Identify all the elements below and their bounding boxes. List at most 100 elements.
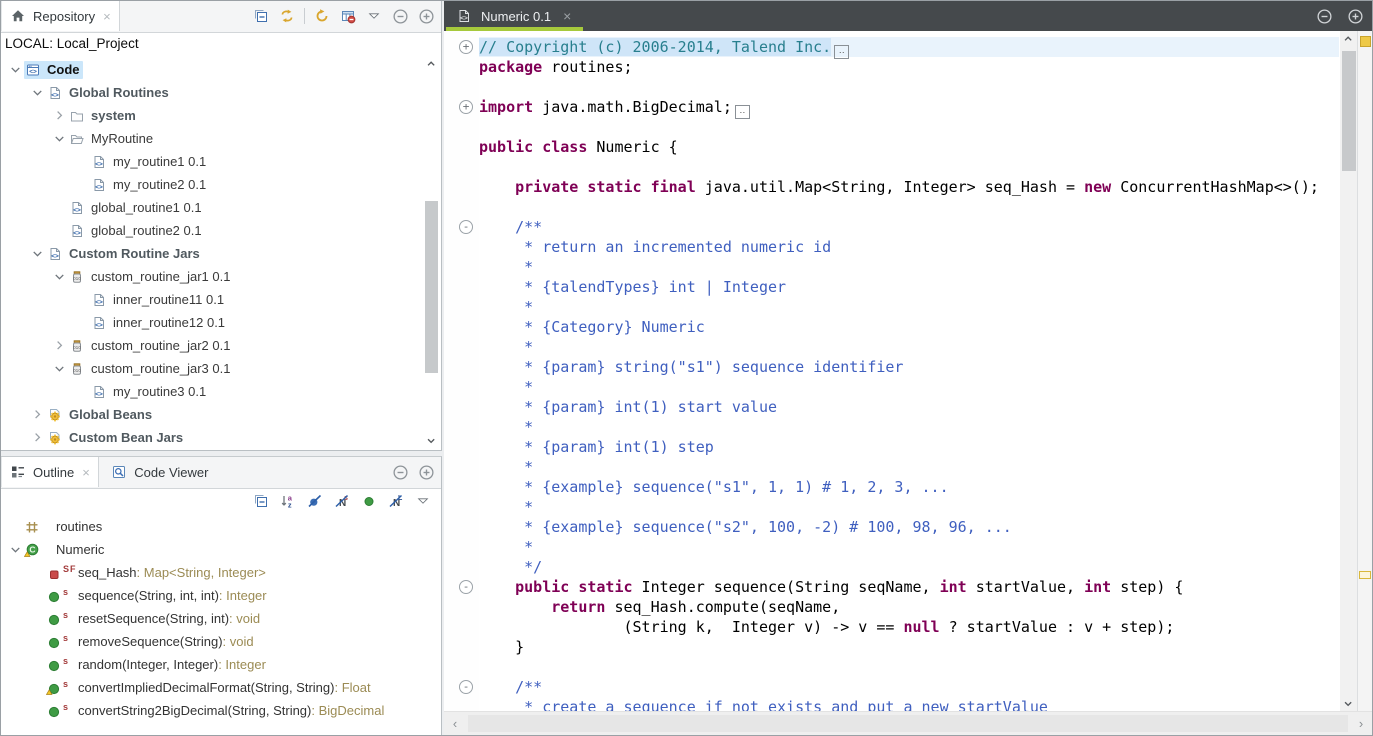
tree-item-code[interactable]: <>Code bbox=[1, 58, 441, 81]
project-label: LOCAL: Local_Project bbox=[1, 33, 441, 56]
view-menu-button[interactable] bbox=[365, 7, 383, 25]
scroll-right-icon[interactable]: › bbox=[1350, 712, 1372, 735]
warning-marker[interactable] bbox=[1360, 36, 1371, 47]
close-icon[interactable]: × bbox=[563, 8, 571, 24]
tree-item-global-routine2-0-1[interactable]: <>global_routine2 0.1 bbox=[1, 219, 441, 242]
minimize-button[interactable] bbox=[391, 463, 409, 481]
editor-horizontal-scrollbar[interactable]: ‹ › bbox=[444, 711, 1372, 735]
collapsed-fold-icon[interactable]: ‥ bbox=[834, 45, 849, 59]
chevron-down-icon[interactable] bbox=[29, 85, 46, 101]
scroll-up-icon[interactable] bbox=[1340, 31, 1358, 47]
chevron-right-icon[interactable] bbox=[51, 338, 68, 354]
fold-collapse-icon[interactable]: - bbox=[459, 680, 473, 694]
show-nonpublic-button[interactable] bbox=[360, 492, 378, 510]
code-line: (String k, Integer v) -> v == null ? sta… bbox=[479, 617, 1339, 637]
outline-item-sequence[interactable]: ssequence(String, int, int) : Integer bbox=[1, 584, 441, 607]
outline-item-random[interactable]: srandom(Integer, Integer) : Integer bbox=[1, 653, 441, 676]
sort-button[interactable]: az bbox=[279, 492, 297, 510]
sync-button[interactable] bbox=[278, 7, 296, 25]
code-line: } bbox=[479, 637, 1339, 657]
fold-collapse-icon[interactable]: - bbox=[459, 580, 473, 594]
tree-item-my-routine3-0-1[interactable]: <>my_routine3 0.1 bbox=[1, 380, 441, 403]
tree-item-label: custom_routine_jar2 0.1 bbox=[91, 338, 230, 353]
collapse-all-button[interactable] bbox=[252, 7, 270, 25]
repository-tree-scrollbar[interactable] bbox=[423, 57, 440, 448]
chevron-down-icon[interactable] bbox=[51, 361, 68, 377]
close-icon[interactable]: × bbox=[82, 465, 90, 480]
chevron-right-icon[interactable] bbox=[51, 108, 68, 124]
scrollbar-thumb[interactable] bbox=[425, 201, 438, 373]
outline-item-convertimplieddecimalformat[interactable]: sconvertImpliedDecimalFormat(String, Str… bbox=[1, 676, 441, 699]
tree-item-inner-routine12-0-1[interactable]: <>inner_routine12 0.1 bbox=[1, 311, 441, 334]
outline-item-removesequence[interactable]: sremoveSequence(String) : void bbox=[1, 630, 441, 653]
chevron-down-icon[interactable] bbox=[29, 246, 46, 262]
tree-item-inner-routine11-0-1[interactable]: <>inner_routine11 0.1 bbox=[1, 288, 441, 311]
expander-spacer bbox=[73, 292, 90, 308]
scroll-left-icon[interactable]: ‹ bbox=[444, 712, 466, 735]
outline-item-numeric[interactable]: CNumeric bbox=[1, 538, 441, 561]
outline-item-convertstring2bigdecimal[interactable]: sconvertString2BigDecimal(String, String… bbox=[1, 699, 441, 722]
outline-tree[interactable]: routinesCNumericSFseq_Hash : Map<String,… bbox=[1, 513, 441, 722]
outline-toolbar: az Ns NL bbox=[1, 489, 441, 513]
fold-collapse-icon[interactable]: - bbox=[459, 220, 473, 234]
refresh-button[interactable] bbox=[313, 7, 331, 25]
fold-expand-icon[interactable]: + bbox=[459, 100, 473, 114]
fold-expand-icon[interactable]: + bbox=[459, 40, 473, 54]
close-icon[interactable]: × bbox=[103, 9, 111, 24]
tab-editor-numeric[interactable]: <> Numeric 0.1 × bbox=[446, 1, 583, 31]
maximize-button[interactable] bbox=[417, 7, 435, 25]
chevron-down-icon[interactable] bbox=[7, 542, 24, 558]
modifier-decoration: s bbox=[63, 633, 78, 643]
editor-window-buttons bbox=[1315, 7, 1364, 25]
tree-item-my-routine1-0-1[interactable]: <>my_routine1 0.1 bbox=[1, 150, 441, 173]
maximize-button[interactable] bbox=[417, 463, 435, 481]
outline-item-routines[interactable]: routines bbox=[1, 515, 441, 538]
code-editor[interactable]: ++--- // Copyright (c) 2006-2014, Talend… bbox=[444, 31, 1372, 712]
scroll-down-icon[interactable] bbox=[1340, 696, 1358, 712]
tab-repository[interactable]: Repository × bbox=[1, 1, 120, 31]
tree-item-global-routine1-0-1[interactable]: <>global_routine1 0.1 bbox=[1, 196, 441, 219]
repository-tree[interactable]: <>Code<>Global RoutinessystemMyRoutine<>… bbox=[1, 55, 441, 450]
tree-item-global-beans[interactable]: Global Beans bbox=[1, 403, 441, 426]
minimize-button[interactable] bbox=[1315, 7, 1333, 25]
maximize-button[interactable] bbox=[1346, 7, 1364, 25]
tree-item-system[interactable]: system bbox=[1, 104, 441, 127]
editor-vertical-scrollbar[interactable] bbox=[1340, 31, 1358, 712]
tab-code-viewer[interactable]: Code Viewer bbox=[103, 457, 216, 487]
filter-table-button[interactable] bbox=[339, 7, 357, 25]
scroll-down-icon[interactable] bbox=[423, 434, 440, 448]
chevron-right-icon[interactable] bbox=[29, 430, 46, 446]
chevron-right-icon[interactable] bbox=[29, 407, 46, 423]
hide-fields-button[interactable] bbox=[306, 492, 324, 510]
occurrence-marker[interactable] bbox=[1359, 571, 1371, 579]
code-line: * bbox=[479, 537, 1339, 557]
chevron-down-icon[interactable] bbox=[7, 62, 24, 78]
tree-item-myroutine[interactable]: MyRoutine bbox=[1, 127, 441, 150]
tree-item-custom-routine-jar3-0-1[interactable]: 010custom_routine_jar3 0.1 bbox=[1, 357, 441, 380]
collapse-all-button[interactable] bbox=[252, 492, 270, 510]
hide-local-button[interactable]: NL bbox=[387, 492, 405, 510]
chevron-down-icon[interactable] bbox=[51, 269, 68, 285]
code-line: * bbox=[479, 337, 1339, 357]
tab-code-viewer-label: Code Viewer bbox=[134, 465, 208, 480]
code-line bbox=[479, 197, 1339, 217]
tree-item-custom-bean-jars[interactable]: Custom Bean Jars bbox=[1, 426, 441, 449]
tree-item-my-routine2-0-1[interactable]: <>my_routine2 0.1 bbox=[1, 173, 441, 196]
outline-item-seq-hash[interactable]: SFseq_Hash : Map<String, Integer> bbox=[1, 561, 441, 584]
scrollbar-thumb[interactable] bbox=[468, 715, 1348, 732]
scrollbar-thumb[interactable] bbox=[1342, 51, 1356, 171]
tab-outline[interactable]: Outline × bbox=[1, 457, 99, 487]
outline-item-resetsequence[interactable]: sresetSequence(String, int) : void bbox=[1, 607, 441, 630]
tree-item-label: inner_routine11 0.1 bbox=[113, 292, 224, 307]
tree-item-global-routines[interactable]: <>Global Routines bbox=[1, 81, 441, 104]
tree-item-custom-routine-jar1-0-1[interactable]: 010custom_routine_jar1 0.1 bbox=[1, 265, 441, 288]
hide-static-button[interactable]: Ns bbox=[333, 492, 351, 510]
tree-item-custom-routine-jar2-0-1[interactable]: 010custom_routine_jar2 0.1 bbox=[1, 334, 441, 357]
tree-item-custom-routine-jars[interactable]: <>Custom Routine Jars bbox=[1, 242, 441, 265]
chevron-down-icon[interactable] bbox=[51, 131, 68, 147]
minimize-button[interactable] bbox=[391, 7, 409, 25]
view-menu-button[interactable] bbox=[414, 492, 432, 510]
scroll-up-icon[interactable] bbox=[423, 57, 440, 71]
routine-icon: <> bbox=[69, 223, 86, 239]
collapsed-fold-icon[interactable]: ‥ bbox=[735, 105, 750, 119]
